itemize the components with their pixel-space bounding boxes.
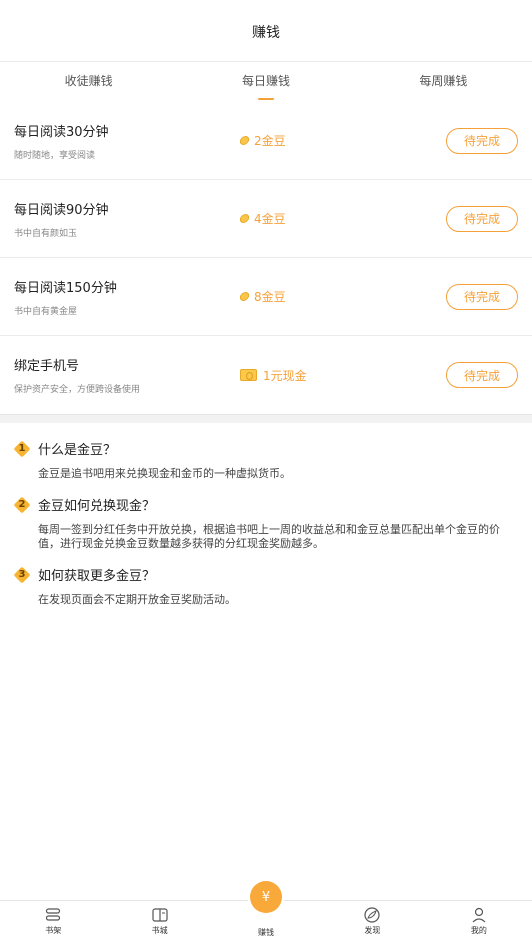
nav-label: 我的 (470, 926, 487, 935)
task-row: 绑定手机号 保护资产安全，方便跨设备使用 1元现金 待完成 (0, 336, 532, 414)
faq-question: 什么是金豆？ (38, 443, 117, 458)
task-row: 每日阅读30分钟 随时随地，享受阅读 2金豆 待完成 (0, 102, 532, 180)
faq-answer: 金豆是追书吧用来兑换现金和金币的一种虚拟货币。 (38, 467, 291, 480)
nav-profile[interactable]: 我的 (426, 901, 532, 944)
reward-text: 1元现金 (263, 368, 307, 383)
nav-label: 书架 (45, 926, 62, 935)
money-bag-icon: ¥ (248, 879, 285, 915)
nav-bookshelf[interactable]: 书架 (0, 901, 106, 944)
nav-label: 书城 (151, 926, 168, 935)
faq-question: 金豆如何兑换现金？ (38, 499, 156, 514)
nav-bookstore[interactable]: 书城 (106, 901, 212, 944)
task-pending-button[interactable]: 待完成 (446, 283, 518, 310)
profile-icon (470, 907, 488, 923)
faq-section: 1 什么是金豆？ 金豆是追书吧用来兑换现金和金币的一种虚拟货币。 2 金豆如何兑… (0, 423, 532, 607)
number-badge-icon: 3 (14, 567, 30, 583)
task-reward: 2金豆 (238, 132, 286, 149)
top-bar: 赚钱 (0, 0, 532, 62)
faq-item: 1 什么是金豆？ 金豆是追书吧用来兑换现金和金币的一种虚拟货币。 (14, 439, 518, 481)
number-badge-icon: 1 (14, 441, 30, 457)
bookstore-icon (151, 907, 169, 923)
tab-label: 每日赚钱 (241, 74, 290, 88)
bottom-nav: 书架 书城 ¥ 赚钱 发现 我的 (0, 879, 532, 944)
page-title: 赚钱 (252, 24, 280, 41)
coin-icon (238, 292, 251, 301)
discover-icon (363, 907, 381, 923)
tab-daily-earn[interactable]: 每日赚钱 (177, 62, 354, 102)
tab-label: 每周赚钱 (419, 74, 468, 88)
cash-icon (240, 369, 257, 381)
reward-text: 8金豆 (254, 290, 286, 304)
nav-earn[interactable]: ¥ 赚钱 (213, 879, 319, 944)
faq-answer: 每周一签到分红任务中开放兑换，根据追书吧上一周的收益总和和金豆总量匹配出单个金豆… (38, 523, 500, 550)
task-description: 随时随地，享受阅读 (14, 150, 96, 161)
coin-icon (238, 136, 251, 145)
section-divider (0, 414, 532, 423)
task-description: 保护资产安全，方便跨设备使用 (14, 385, 141, 395)
faq-answer: 在发现页面会不定期开放金豆奖励活动。 (38, 593, 236, 606)
reward-text: 4金豆 (254, 212, 286, 226)
task-reward: 4金豆 (238, 210, 286, 227)
nav-label: 发现 (364, 926, 381, 935)
tab-weekly-earn[interactable]: 每周赚钱 (355, 62, 532, 102)
reward-text: 2金豆 (254, 134, 286, 148)
task-pending-button[interactable]: 待完成 (446, 205, 518, 232)
task-row: 每日阅读150分钟 书中自有黄金屋 8金豆 待完成 (0, 258, 532, 336)
task-row: 每日阅读90分钟 书中自有颜如玉 4金豆 待完成 (0, 180, 532, 258)
task-name: 每日阅读30分钟 (14, 124, 109, 140)
faq-item: 2 金豆如何兑换现金？ 每周一签到分红任务中开放兑换，根据追书吧上一周的收益总和… (14, 495, 518, 551)
bookshelf-icon (44, 907, 62, 923)
task-reward: 8金豆 (238, 288, 286, 305)
nav-label: 赚钱 (258, 928, 275, 937)
nav-discover[interactable]: 发现 (319, 901, 425, 944)
faq-item: 3 如何获取更多金豆？ 在发现页面会不定期开放金豆奖励活动。 (14, 565, 518, 607)
faq-question: 如何获取更多金豆？ (38, 569, 156, 584)
coin-icon (238, 214, 251, 223)
task-name: 每日阅读90分钟 (14, 202, 109, 218)
task-description: 书中自有颜如玉 (14, 228, 78, 239)
tab-apprentice-earn[interactable]: 收徒赚钱 (0, 62, 177, 102)
tab-label: 收徒赚钱 (64, 74, 113, 88)
task-name: 每日阅读150分钟 (14, 280, 117, 296)
task-list: 每日阅读30分钟 随时随地，享受阅读 2金豆 待完成 每日阅读90分钟 书中自有… (0, 102, 532, 414)
active-tab-indicator (257, 98, 274, 100)
task-reward: 1元现金 (240, 367, 307, 384)
tab-bar: 收徒赚钱 每日赚钱 每周赚钱 (0, 62, 532, 102)
task-description: 书中自有黄金屋 (14, 306, 78, 317)
task-pending-button[interactable]: 待完成 (446, 362, 518, 388)
task-pending-button[interactable]: 待完成 (446, 127, 518, 154)
task-name: 绑定手机号 (14, 359, 80, 374)
number-badge-icon: 2 (14, 497, 30, 513)
